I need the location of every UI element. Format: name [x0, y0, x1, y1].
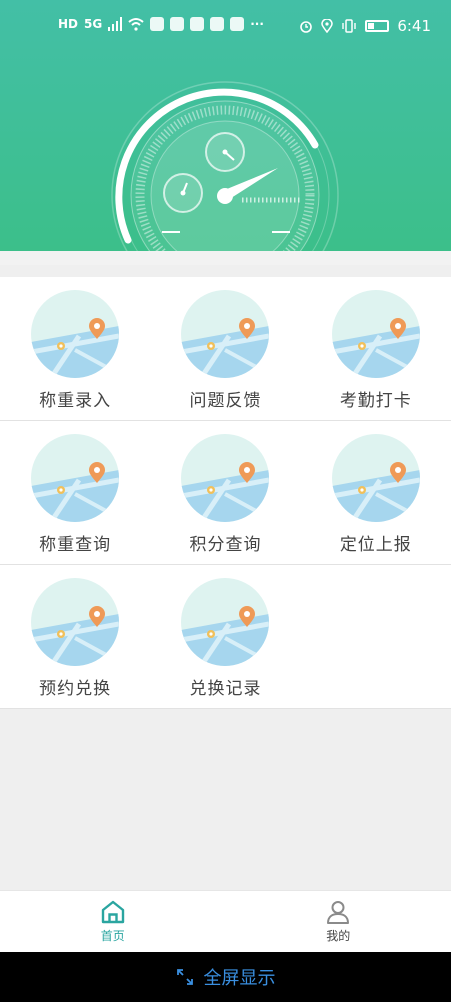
tab-label: 首页 — [100, 929, 125, 943]
menu-location-report[interactable]: 定位上报 — [301, 421, 451, 564]
network-indicator: 5G — [84, 17, 103, 31]
vibrate-icon — [342, 19, 357, 33]
menu-label: 积分查询 — [189, 535, 262, 555]
tab-mine[interactable]: 我的 — [226, 891, 451, 952]
menu-label: 定位上报 — [339, 535, 412, 555]
menu-label: 兑换记录 — [189, 679, 262, 699]
menu-label: 预约兑换 — [39, 679, 112, 699]
fullscreen-label: 全屏显示 — [203, 968, 276, 989]
grid-row: 称重录入 问题反馈 考勤打卡 — [0, 277, 451, 421]
location-icon — [321, 19, 334, 33]
map-icon — [31, 290, 120, 378]
alarm-icon — [300, 21, 313, 33]
user-icon — [327, 901, 350, 924]
map-icon — [31, 578, 120, 666]
menu-reserve-exchange[interactable]: 预约兑换 — [0, 565, 150, 708]
fullscreen-bar: 全屏显示 — [0, 952, 451, 1002]
tab-home[interactable]: 首页 — [0, 891, 226, 952]
tab-label: 我的 — [326, 929, 351, 943]
menu-attendance[interactable]: 考勤打卡 — [301, 277, 451, 420]
menu-exchange-records[interactable]: 兑换记录 — [150, 565, 300, 708]
home-icon — [101, 900, 124, 924]
map-icon — [331, 290, 420, 378]
paw-notification-icon — [190, 17, 205, 31]
more-notifications: ··· — [250, 17, 264, 31]
function-grid: 称重录入 问题反馈 考勤打卡 称重查询 积分查询 定位上报 预约兑换 兑换记录 — [0, 277, 451, 709]
fullscreen-button[interactable]: 全屏显示 — [176, 964, 276, 990]
app-notification-icon — [170, 17, 185, 31]
status-time: 6:41 — [397, 17, 431, 35]
menu-label: 问题反馈 — [189, 391, 262, 411]
grid-row: 预约兑换 兑换记录 — [0, 565, 451, 709]
signal-icon — [108, 17, 123, 31]
spacer — [0, 265, 451, 277]
status-bar: HD 5G ··· 6:41 — [0, 0, 451, 54]
menu-label: 称重查询 — [39, 535, 112, 555]
status-right: 6:41 — [299, 17, 431, 35]
bulb-notification-icon — [210, 17, 225, 31]
map-icon — [181, 290, 270, 378]
map-icon — [31, 434, 120, 522]
battery-icon — [365, 20, 390, 32]
menu-weigh-entry[interactable]: 称重录入 — [0, 277, 150, 420]
empty-cell — [301, 565, 451, 708]
menu-points-query[interactable]: 积分查询 — [150, 421, 300, 564]
speedometer-illustration — [111, 81, 339, 251]
wifi-icon — [128, 18, 144, 31]
grid-row: 称重查询 积分查询 定位上报 — [0, 421, 451, 565]
expand-icon — [176, 969, 193, 985]
map-icon — [181, 434, 270, 522]
app-notification-icon — [150, 17, 165, 31]
status-left: HD 5G ··· — [58, 17, 264, 31]
header-banner: HD 5G ··· 6:41 — [0, 0, 451, 251]
header-shadow-strip — [0, 251, 451, 265]
hd-indicator: HD — [58, 17, 79, 31]
globe-notification-icon — [230, 17, 245, 31]
menu-label: 考勤打卡 — [339, 391, 412, 411]
menu-weigh-query[interactable]: 称重查询 — [0, 421, 150, 564]
map-icon — [331, 434, 420, 522]
menu-label: 称重录入 — [39, 391, 112, 411]
menu-feedback[interactable]: 问题反馈 — [150, 277, 300, 420]
bottom-tab-bar: 首页 我的 — [0, 890, 451, 952]
map-icon — [181, 578, 270, 666]
